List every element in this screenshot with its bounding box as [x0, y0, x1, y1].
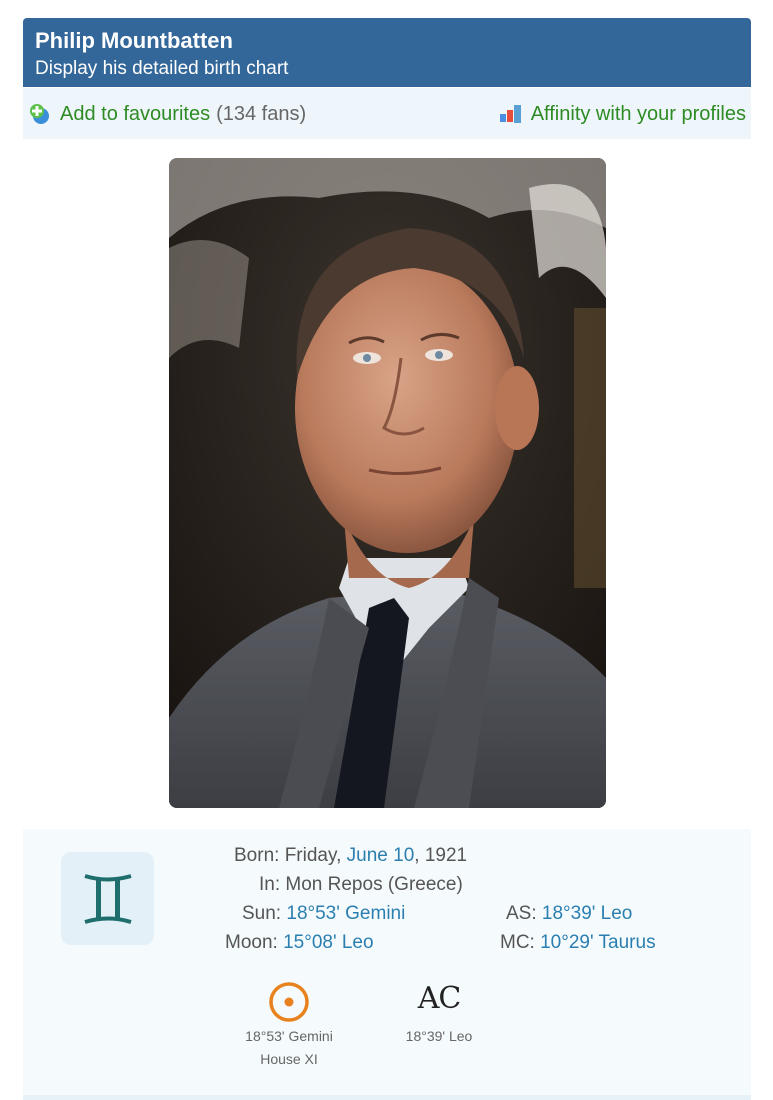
- midheaven-row: MC: 10°29' Taurus: [500, 932, 656, 954]
- mc-label: MC:: [500, 932, 535, 953]
- mc-value[interactable]: 10°29' Taurus: [540, 932, 655, 953]
- moon-value[interactable]: 15°08' Leo: [283, 932, 373, 953]
- portrait-photo: [169, 158, 606, 808]
- ascendant-row: AS: 18°39' Leo: [506, 903, 632, 925]
- birth-chart-link[interactable]: Display his detailed birth chart: [35, 56, 739, 82]
- fans-count: (134 fans): [216, 102, 307, 125]
- planet-sun[interactable]: 18°53' Gemini House XI: [229, 981, 349, 1071]
- birth-info-panel: Born: Friday, June 10, 1921 In: Mon Repo…: [23, 829, 751, 1100]
- zodiac-sign-tile[interactable]: [61, 852, 154, 945]
- gemini-icon: [83, 873, 132, 924]
- moon-row: Moon: 15°08' Leo: [225, 932, 374, 954]
- born-date-link[interactable]: June 10: [347, 845, 415, 866]
- sun-row: Sun: 18°53' Gemini: [242, 903, 405, 925]
- sun-label: Sun:: [242, 903, 282, 924]
- sun-position: 18°53' Gemini: [245, 1028, 333, 1044]
- add-to-favourites-button[interactable]: Add to favourites (134 fans): [28, 102, 306, 126]
- as-value[interactable]: 18°39' Leo: [542, 903, 632, 924]
- birthplace-row: In: Mon Repos (Greece): [259, 874, 463, 896]
- affinity-chart-icon: [499, 105, 521, 123]
- sun-value[interactable]: 18°53' Gemini: [286, 903, 405, 924]
- sun-icon: [269, 982, 309, 1022]
- in-label: In:: [259, 874, 281, 895]
- action-bar: Add to favourites (134 fans) Affinity wi…: [23, 88, 751, 139]
- born-row: Born: Friday, June 10, 1921: [234, 845, 467, 867]
- ac-glyph: AC: [417, 981, 462, 1016]
- planet-ascendant[interactable]: AC 18°39' Leo: [379, 981, 499, 1048]
- born-label: Born:: [234, 845, 280, 866]
- profile-header[interactable]: Philip Mountbatten Display his detailed …: [23, 18, 751, 87]
- portrait-image: [169, 158, 606, 808]
- affinity-button[interactable]: Affinity with your profiles: [499, 102, 746, 126]
- birthplace-value: Mon Repos (Greece): [285, 874, 463, 895]
- moon-label: Moon:: [225, 932, 278, 953]
- sun-house: House XI: [260, 1051, 318, 1067]
- affinity-label: Affinity with your profiles: [530, 102, 746, 125]
- add-to-favourites-label: Add to favourites: [60, 102, 211, 125]
- as-label: AS:: [506, 903, 537, 924]
- born-year: , 1921: [414, 845, 468, 866]
- ac-position: 18°39' Leo: [405, 1028, 473, 1044]
- person-name: Philip Mountbatten: [35, 28, 233, 53]
- add-favourite-icon: [30, 104, 49, 124]
- born-day: Friday,: [284, 845, 342, 866]
